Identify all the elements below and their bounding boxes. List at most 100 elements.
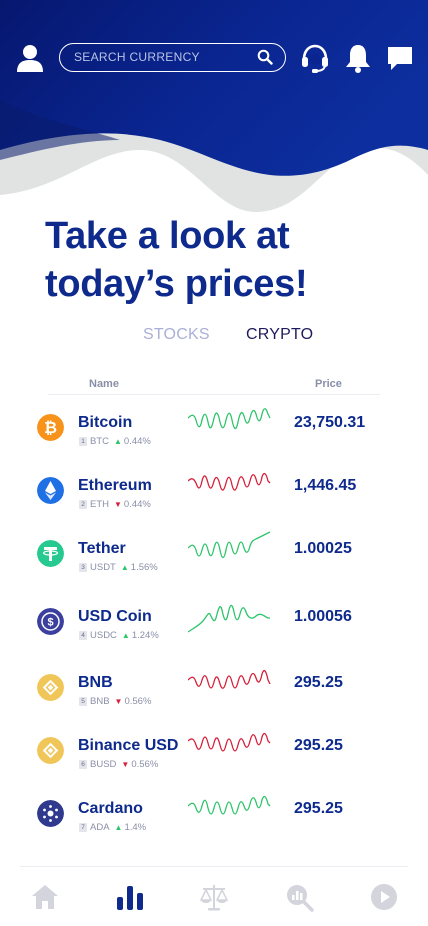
coin-meta: 3 USDT ▲ 1.56% [79, 562, 158, 573]
coin-meta: 1 BTC ▲ 0.44% [79, 436, 151, 447]
coin-row-cardano[interactable]: Cardano 7 ADA ▲ 1.4% 295.25 [0, 795, 428, 850]
search-icon[interactable] [257, 49, 273, 65]
analytics-search-icon [287, 885, 314, 912]
headset-icon [302, 44, 328, 73]
coin-symbol: BUSD [90, 759, 117, 770]
hero-wave-background [0, 0, 428, 213]
sparkline-binance-usd [188, 732, 271, 752]
coin-name: Cardano [78, 800, 143, 817]
coin-meta: 2 ETH ▼ 0.44% [79, 499, 151, 510]
svg-text:$: $ [47, 617, 53, 629]
trend-down-icon: ▼ [121, 760, 130, 769]
coin-change: 0.44% [123, 499, 151, 510]
trend-up-icon: ▲ [114, 823, 123, 832]
nav-home[interactable] [30, 882, 60, 912]
tether-icon [37, 540, 64, 567]
coin-row-binance-usd[interactable]: Binance USD 6 BUSD ▼ 0.56% 295.25 [0, 732, 428, 787]
home-icon [32, 885, 58, 909]
sparkline-usd-coin [188, 604, 270, 633]
coin-name: USD Coin [78, 608, 152, 625]
nav-research[interactable] [284, 882, 314, 912]
profile-button[interactable] [14, 42, 46, 74]
sparkline-tether [188, 531, 271, 559]
chat-icon [388, 47, 412, 70]
coin-change: 1.56% [130, 562, 158, 573]
binance-usd-icon [37, 737, 64, 764]
rank-badge: 7 [79, 823, 87, 832]
coin-name: Tether [78, 540, 126, 557]
support-button[interactable] [300, 42, 330, 74]
page-headline: Take a look at today’s prices! [45, 215, 308, 305]
bell-icon [346, 45, 370, 73]
tab-stocks[interactable]: STOCKS [143, 326, 210, 344]
scale-icon [199, 885, 229, 911]
bar-chart-icon [117, 886, 143, 910]
coin-symbol: USDC [90, 630, 117, 641]
coin-row-bitcoin[interactable]: ₿ Bitcoin 1 BTC ▲ 0.44% 23,750.31 [0, 408, 428, 464]
coin-name: BNB [78, 674, 113, 691]
ethereum-icon [37, 477, 64, 504]
coin-price: 295.25 [294, 800, 343, 817]
coin-price: 23,750.31 [294, 414, 366, 431]
coin-symbol: BTC [90, 436, 109, 447]
coin-change: 0.44% [123, 436, 151, 447]
usd-coin-icon: $ [37, 608, 64, 635]
bitcoin-icon: ₿ [37, 414, 64, 441]
rank-badge: 5 [79, 697, 87, 706]
rank-badge: 3 [79, 563, 87, 572]
coin-change: 1.24% [131, 630, 159, 641]
coin-price: 1.00056 [294, 608, 352, 625]
trend-down-icon: ▼ [114, 697, 123, 706]
coin-symbol: ETH [90, 499, 109, 510]
bnb-icon [37, 674, 64, 701]
cardano-icon [37, 800, 64, 827]
messages-button[interactable] [386, 44, 414, 72]
tab-crypto[interactable]: CRYPTO [246, 326, 313, 344]
coin-row-ethereum[interactable]: Ethereum 2 ETH ▼ 0.44% 1,446.45 [0, 472, 428, 527]
rank-badge: 1 [79, 437, 87, 446]
header-divider [48, 394, 380, 395]
coin-row-bnb[interactable]: BNB 5 BNB ▼ 0.56% 295.25 [0, 669, 428, 724]
coin-meta: 6 BUSD ▼ 0.56% [79, 759, 158, 770]
rank-badge: 6 [79, 760, 87, 769]
coin-change: 0.56% [131, 759, 159, 770]
coin-name: Binance USD [78, 737, 179, 754]
coin-price: 295.25 [294, 737, 343, 754]
play-icon [371, 884, 397, 910]
sparkline-cardano [188, 795, 271, 815]
nav-media[interactable] [369, 882, 399, 912]
coin-meta: 4 USDC ▲ 1.24% [79, 630, 159, 641]
trend-down-icon: ▼ [114, 500, 122, 509]
notifications-button[interactable] [344, 42, 372, 74]
bottom-nav-divider [20, 866, 408, 867]
top-bar [0, 40, 428, 76]
rank-badge: 2 [79, 500, 87, 509]
column-header-price: Price [315, 378, 342, 390]
sparkline-bitcoin [188, 408, 271, 430]
coin-change: 1.4% [124, 822, 147, 833]
search-input[interactable] [74, 44, 254, 70]
market-tabs: STOCKS CRYPTO [0, 326, 428, 352]
search-bar [59, 43, 286, 72]
coin-meta: 5 BNB ▼ 0.56% [79, 696, 151, 707]
trend-up-icon: ▲ [120, 563, 129, 572]
nav-markets[interactable] [115, 882, 145, 912]
hero-banner [0, 0, 428, 230]
nav-compare[interactable] [199, 882, 229, 912]
coin-meta: 7 ADA ▲ 1.4% [79, 822, 146, 833]
coin-price: 295.25 [294, 674, 343, 691]
trend-up-icon: ▲ [121, 631, 130, 640]
coin-symbol: ADA [90, 822, 110, 833]
bottom-nav [0, 876, 428, 921]
sparkline-ethereum [188, 472, 271, 491]
coin-symbol: USDT [90, 562, 116, 573]
coin-name: Bitcoin [78, 414, 133, 431]
coin-price: 1.00025 [294, 540, 352, 557]
coin-symbol: BNB [90, 696, 110, 707]
coin-row-usd-coin[interactable]: $ USD Coin 4 USDC ▲ 1.24% 1.00056 [0, 604, 428, 658]
sparkline-bnb [188, 669, 271, 689]
coin-row-tether[interactable]: Tether 3 USDT ▲ 1.56% 1.00025 [0, 531, 428, 590]
coin-price: 1,446.45 [294, 477, 357, 494]
column-header-name: Name [89, 378, 119, 390]
rank-badge: 4 [79, 631, 87, 640]
